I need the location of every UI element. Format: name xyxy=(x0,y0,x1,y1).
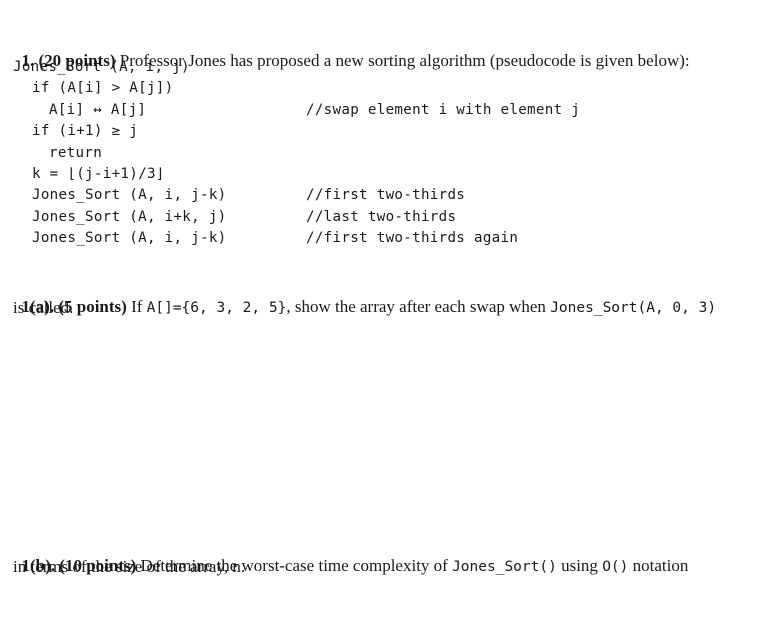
part-a-text-middle: , show the array after each swap when xyxy=(286,297,551,316)
notation-code: O() xyxy=(602,559,629,575)
pseudocode-line: Jones_Sort (A, i, j) xyxy=(13,59,190,75)
part-a-line-2: is called. xyxy=(13,298,74,317)
pseudocode-line: if (A[i] > A[j]) xyxy=(32,80,174,97)
part-b-text-middle: using xyxy=(556,556,603,575)
pseudocode-comment: //last two-thirds xyxy=(306,208,457,225)
pseudocode-line: Jones_Sort (A, i, j-k) xyxy=(32,187,227,204)
part-a-line-1: 1(a). (5 points) If A[]={6, 3, 2, 5}, sh… xyxy=(13,277,717,318)
pseudocode-line: Jones_Sort (A, i+k, j) xyxy=(32,208,227,225)
pseudocode-line: Jones_Sort (A, i, j-k) xyxy=(32,230,227,247)
call-code: Jones_Sort(A, 0, 3) xyxy=(550,300,717,316)
question-intro: Professor Jones has proposed a new sorti… xyxy=(115,51,690,70)
pseudocode-comment: //first two-thirds xyxy=(306,187,466,204)
pseudocode-line: A[i] ↔ A[j] xyxy=(49,101,147,118)
pseudocode-comment: //swap element i with element j xyxy=(306,101,581,118)
pseudocode-line: k = ⌊(j-i+1)/3⌋ xyxy=(32,166,165,182)
part-b-text-after: notation xyxy=(628,556,689,575)
pseudocode-comment: //first two-thirds again xyxy=(306,230,519,247)
part-b-line-2: in terms of the size of the array, n. xyxy=(13,557,246,576)
array-code: A[]={6, 3, 2, 5} xyxy=(146,300,287,316)
part-a-text: If xyxy=(126,297,147,316)
pseudocode-line: if (i+1) ≥ j xyxy=(32,123,139,140)
pseudocode-line: return xyxy=(49,144,103,161)
func-code: Jones_Sort() xyxy=(452,559,557,575)
